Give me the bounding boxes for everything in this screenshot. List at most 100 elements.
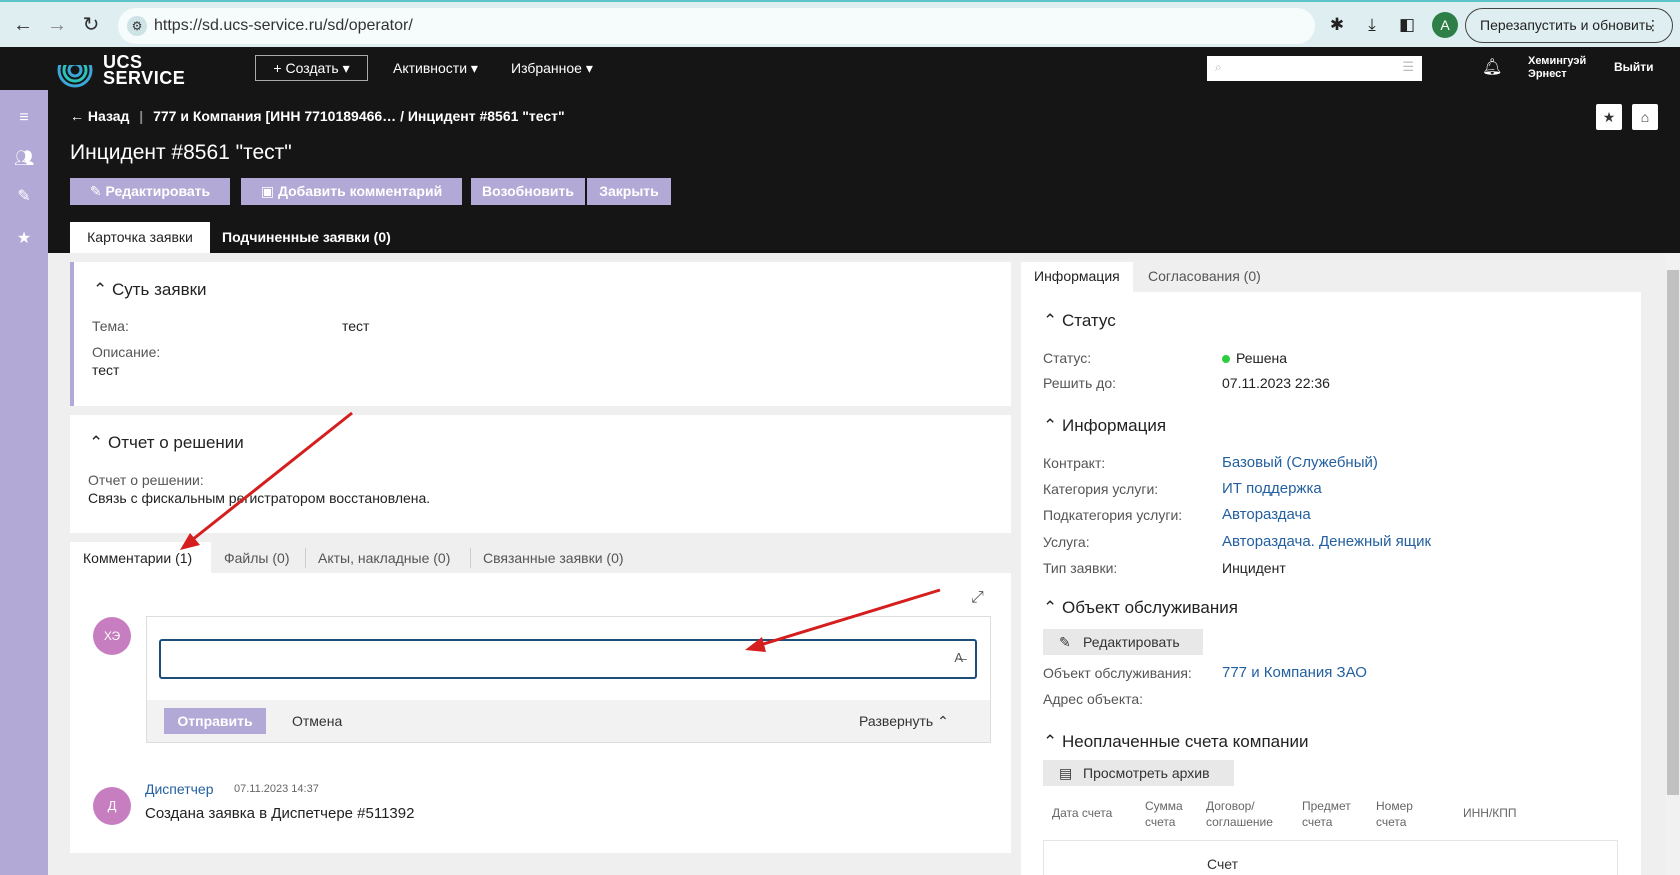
cancel-button[interactable]: Отмена (292, 713, 342, 729)
scrollbar-thumb[interactable] (1667, 270, 1679, 795)
subcategory-link[interactable]: Автораздача (1222, 506, 1311, 523)
reopen-button[interactable]: Возобновить (471, 178, 585, 205)
more-icon: ⋮ (1646, 17, 1660, 33)
search-icon: ⌕ (1215, 60, 1222, 74)
reload-icon[interactable]: ↻ (78, 12, 104, 38)
edit-button[interactable]: ✎ Редактировать (70, 178, 230, 205)
collapse-icon: ⌃ (89, 433, 108, 452)
address-bar[interactable]: ⚙ https://sd.ucs-service.ru/sd/operator/ (118, 8, 1315, 44)
collapse-icon: ⌃ (1043, 732, 1062, 751)
forward-icon[interactable]: → (44, 12, 70, 38)
col-sum: Сумма счета (1145, 798, 1183, 830)
activities-menu[interactable]: Активности ▾ (393, 60, 478, 77)
tab-subordinate[interactable]: Подчиненные заявки (0) (222, 222, 391, 253)
add-comment-button[interactable]: ▣ Добавить комментарий (241, 178, 462, 205)
tasks-icon[interactable]: ✎ (14, 187, 34, 207)
site-info-icon[interactable]: ⚙ (127, 16, 147, 36)
essence-title[interactable]: ⌃ Суть заявки (93, 280, 207, 300)
tab-divider (305, 548, 306, 568)
subcategory-label: Подкатегория услуги: (1043, 507, 1183, 523)
col-number-line2: счета (1376, 815, 1407, 829)
tab-linked[interactable]: Связанные заявки (0) (483, 550, 624, 566)
tab-info[interactable]: Информация (1034, 268, 1120, 284)
status-value: Решена (1236, 350, 1288, 366)
object-edit-button[interactable]: ✎ Редактировать (1043, 629, 1203, 655)
edit-label: Редактировать (105, 183, 211, 199)
comment-input[interactable]: A̶ (159, 639, 977, 679)
logo-text: UCS SERVICE (103, 53, 186, 88)
col-date: Дата счета (1052, 806, 1113, 820)
archive-label: Просмотреть архив (1083, 765, 1210, 781)
relaunch-button[interactable]: Перезапустить и обновить ⋮ (1465, 8, 1673, 43)
col-number: Номер счета (1376, 798, 1413, 830)
archive-button[interactable]: ▤ Просмотреть архив (1043, 760, 1234, 786)
relaunch-label: Перезапустить и обновить (1480, 17, 1653, 33)
due-value: 07.11.2023 22:36 (1222, 375, 1330, 391)
invoice-row: Счет (1043, 840, 1618, 875)
favorite-star-icon[interactable]: ★ (1596, 104, 1622, 130)
description-value: тест (92, 362, 120, 378)
back-icon[interactable]: ← (10, 12, 36, 38)
pencil-icon: ✎ (89, 183, 106, 199)
col-number-line1: Номер (1376, 799, 1413, 813)
send-button[interactable]: Отправить (164, 708, 266, 734)
status-title-text: Статус (1061, 311, 1116, 330)
collapse-icon: ⌃ (1043, 598, 1062, 617)
logo[interactable]: UCS SERVICE (55, 51, 185, 89)
col-sum-line1: Сумма (1145, 799, 1183, 813)
comment-date: 07.11.2023 14:37 (234, 783, 319, 795)
object-link[interactable]: 777 и Компания ЗАО (1222, 664, 1367, 681)
info-title[interactable]: ⌃ Информация (1043, 416, 1166, 436)
col-contract-line1: Договор/ (1206, 799, 1255, 813)
logo-line2: SERVICE (103, 68, 186, 88)
tab-files[interactable]: Файлы (0) (224, 550, 289, 566)
download-icon[interactable]: ⤓ (1360, 13, 1384, 37)
favorites-star-icon[interactable]: ★ (14, 229, 34, 249)
user-name[interactable]: Хемингуэй Эрнест (1528, 55, 1586, 81)
page-title: Инцидент #8561 "тест" (70, 141, 292, 164)
tab-approvals[interactable]: Согласования (0) (1148, 268, 1261, 284)
tab-divider (470, 548, 471, 568)
contract-link[interactable]: Базовый (Служебный) (1222, 454, 1378, 471)
filter-icon[interactable]: ☰ (1402, 59, 1414, 75)
sidepanel-icon[interactable]: ◧ (1395, 13, 1419, 37)
profile-avatar[interactable]: A (1432, 12, 1458, 38)
users-icon[interactable]: 👥︎ (14, 149, 34, 169)
tab-card[interactable]: Карточка заявки (70, 222, 210, 253)
text-format-icon[interactable]: A̶ (954, 650, 963, 665)
create-button[interactable]: + Создать ▾ (255, 55, 368, 81)
comment-author[interactable]: Диспетчер (145, 781, 213, 797)
notifications-bell-icon[interactable]: 🔔︎ (1482, 57, 1502, 77)
category-link[interactable]: ИТ поддержка (1222, 480, 1322, 497)
type-value: Инцидент (1222, 560, 1286, 576)
logout-link[interactable]: Выйти (1614, 60, 1654, 74)
browser-toolbar: ← → ↻ ⚙ https://sd.ucs-service.ru/sd/ope… (0, 0, 1680, 47)
search-input[interactable]: ⌕ ☰ (1207, 56, 1422, 81)
report-title[interactable]: ⌃ Отчет о решении (89, 433, 244, 453)
fullscreen-icon[interactable]: ⤢ (971, 589, 984, 607)
breadcrumb-path[interactable]: 777 и Компания [ИНН 7710189466… / Инциде… (153, 108, 565, 124)
subject-value: тест (342, 318, 370, 334)
col-sum-line2: счета (1145, 815, 1176, 829)
expand-button[interactable]: Развернуть ⌃ (859, 713, 949, 730)
url-text: https://sd.ucs-service.ru/sd/operator/ (154, 17, 413, 34)
close-button[interactable]: Закрыть (587, 178, 671, 205)
breadcrumb-separator: | (139, 108, 144, 124)
status-dot-icon (1222, 355, 1230, 363)
object-title[interactable]: ⌃ Объект обслуживания (1043, 598, 1238, 618)
col-contract-line2: соглашение (1206, 815, 1273, 829)
tab-acts[interactable]: Акты, накладные (0) (318, 550, 450, 566)
menu-icon[interactable]: ≡ (14, 108, 34, 128)
col-inn: ИНН/КПП (1463, 806, 1517, 820)
report-value: Связь с фискальным регистратором восстан… (88, 490, 431, 506)
sidebar: ≡ 👥︎ ✎ ★ (0, 90, 48, 875)
invoices-title[interactable]: ⌃ Неоплаченные счета компании (1043, 732, 1309, 752)
home-icon[interactable]: ⌂ (1632, 104, 1658, 130)
tab-comments[interactable]: Комментарии (1) (83, 550, 192, 566)
status-title[interactable]: ⌃ Статус (1043, 311, 1116, 331)
back-link[interactable]: ← Назад (70, 108, 129, 124)
extensions-icon[interactable]: ✱ (1325, 13, 1349, 37)
favorites-menu[interactable]: Избранное ▾ (511, 60, 593, 77)
service-link[interactable]: Автораздача. Денежный ящик (1222, 533, 1431, 550)
report-title-text: Отчет о решении (107, 433, 244, 452)
